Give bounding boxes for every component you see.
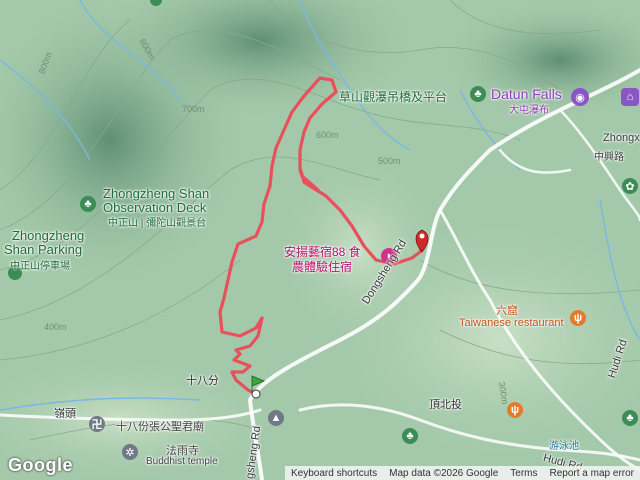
fork-knife-icon: ψ [510, 404, 520, 416]
shrine-icon[interactable]: ⌂ [621, 88, 639, 106]
temple-icon-glyph: 卍 [91, 419, 103, 431]
observation-deck-zh-label[interactable]: 中正山 | 彌陀山觀景台 [108, 214, 206, 229]
temple-label[interactable]: 十八份張公聖君廟 [116, 418, 204, 434]
school-icon-glyph: ▲ [270, 412, 282, 424]
contour-label: 400m [44, 322, 67, 332]
map-data-text: Map data ©2026 Google [389, 467, 499, 479]
buddhist-temple-label[interactable]: Buddhist temple [146, 456, 218, 467]
datun-falls-camera-icon[interactable]: ◉ [571, 88, 589, 106]
contour-label: 600m [316, 130, 339, 140]
google-logo: Google [8, 455, 73, 475]
zhongx-label: Zhongx [603, 132, 640, 144]
tree-icon: ♣ [626, 412, 634, 424]
temple-icon-glyph: ✲ [125, 446, 135, 459]
flower-icon[interactable]: ✿ [622, 178, 638, 194]
fork-knife-icon: ψ [573, 312, 583, 324]
temple-icon[interactable]: 卍 [89, 416, 105, 432]
parking-label-1[interactable]: Zhongzheng [12, 228, 84, 243]
attribution-bar: Keyboard shortcuts Map data ©2026 Google… [284, 466, 640, 480]
tree-icon: ♣ [406, 430, 414, 442]
homestay-label-2[interactable]: 農體驗住宿 [292, 258, 352, 275]
bridge-tree-icon[interactable]: ♣ [470, 86, 486, 102]
park2-tree-icon[interactable]: ♣ [622, 410, 638, 426]
flower-icon-glyph: ✿ [625, 180, 635, 193]
zhongxing-rd-zh-label: 中興路 [594, 152, 624, 163]
camera-icon: ◉ [575, 91, 585, 104]
parking-label-2[interactable]: Shan Parking [4, 242, 82, 257]
contour-label: 700m [182, 104, 205, 114]
shibafen-label: 十八分 [186, 375, 219, 387]
keyboard-shortcuts-link[interactable]: Keyboard shortcuts [291, 468, 377, 479]
datun-falls-label[interactable]: Datun Falls [491, 86, 562, 102]
restaurant-fork-icon[interactable]: ψ [570, 310, 586, 326]
dingbeitou-label: 頂北投 [429, 399, 462, 411]
taiwanese-restaurant-label[interactable]: Taiwanese restaurant [459, 317, 564, 329]
restaurant2-fork-icon[interactable]: ψ [507, 402, 523, 418]
swimming-pool-label[interactable]: 游泳池 [549, 437, 579, 452]
datun-falls-zh-label[interactable]: 大屯瀑布 [509, 101, 549, 116]
parking-zh-label[interactable]: 中正山停車場 [10, 257, 70, 272]
contour-label: 500m [378, 156, 401, 166]
terms-link[interactable]: Terms [510, 468, 537, 479]
observation-deck-tree-icon[interactable]: ♣ [80, 196, 96, 212]
falls-bridge-label[interactable]: 草山觀瀑吊橋及平台 [339, 88, 447, 105]
shrine-icon-glyph: ⌂ [626, 91, 634, 103]
school-icon[interactable]: ▲ [268, 410, 284, 426]
observation-deck-label-2[interactable]: Observation Deck [103, 200, 206, 215]
lingtou-label: 嶺頭 [54, 408, 76, 420]
liuju-label[interactable]: 六窟 [496, 302, 518, 318]
report-error-link[interactable]: Report a map error [550, 468, 634, 479]
map-canvas[interactable] [0, 0, 640, 480]
park-tree-icon[interactable]: ♣ [402, 428, 418, 444]
observation-deck-label-1[interactable]: Zhongzheng Shan [103, 186, 209, 201]
tree-icon: ♣ [84, 198, 92, 210]
tree-icon: ♣ [474, 88, 482, 100]
fayu-temple-icon[interactable]: ✲ [122, 444, 138, 460]
